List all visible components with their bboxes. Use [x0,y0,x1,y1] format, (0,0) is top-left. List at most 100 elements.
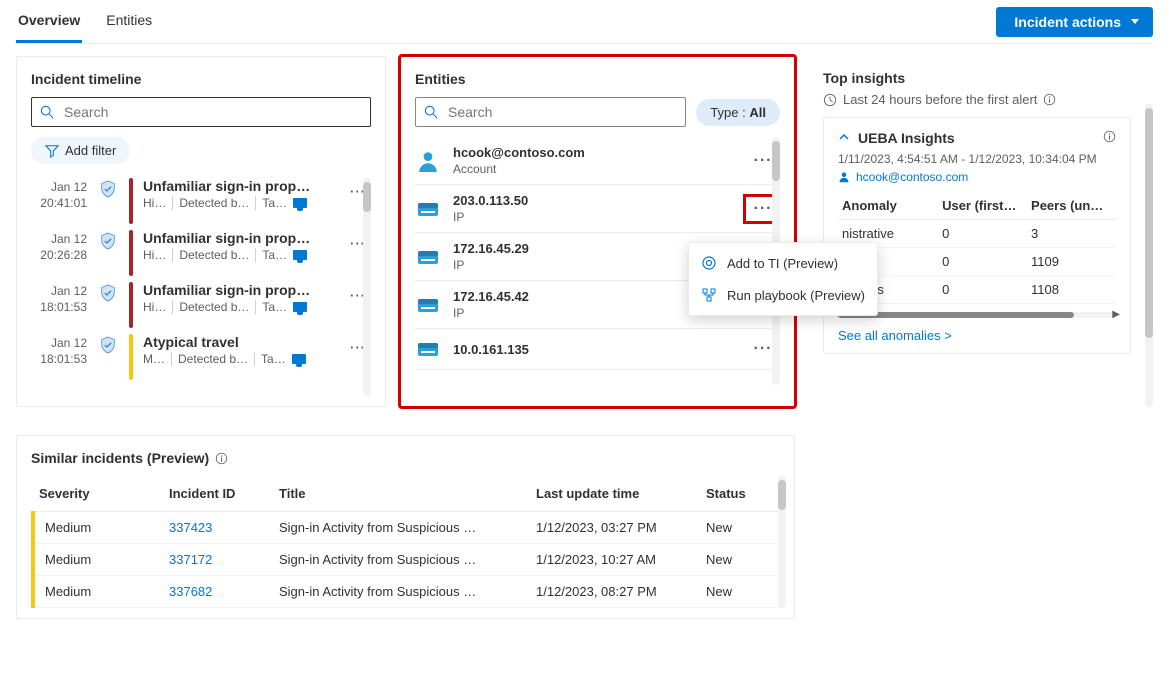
monitor-icon [293,302,307,312]
info-icon[interactable] [215,452,228,465]
info-icon[interactable] [1043,93,1056,106]
info-icon[interactable] [1103,130,1116,146]
ueba-card-range: 1/11/2023, 4:54:51 AM - 1/12/2023, 10:34… [838,152,1116,166]
sim-col-status[interactable]: Status [700,476,780,512]
sim-col-title[interactable]: Title [273,476,530,512]
table-row[interactable]: nistrative03 [838,220,1116,248]
peers-cell: 1109 [1027,248,1116,276]
monitor-icon [293,198,307,208]
incident-title-cell: Sign-in Activity from Suspicious … [273,544,530,576]
entity-row[interactable]: 10.0.161.135··· [415,329,780,370]
severity-cell: Medium [33,544,163,576]
add-to-ti-label: Add to TI (Preview) [727,256,838,271]
ip-icon [415,248,441,266]
entities-type-filter[interactable]: Type : All [696,99,780,126]
insights-scrollbar-thumb[interactable] [1145,108,1153,338]
entities-type-value: All [749,105,766,120]
monitor-icon [292,354,306,364]
ip-icon [415,340,441,358]
tab-overview[interactable]: Overview [16,0,82,43]
update-time-cell: 1/12/2023, 03:27 PM [530,512,700,544]
see-all-anomalies-link[interactable]: See all anomalies > [838,328,952,343]
shield-icon [97,334,119,354]
sim-col-id[interactable]: Incident ID [163,476,273,512]
user-cell: 0 [938,220,1027,248]
add-to-ti-menuitem[interactable]: Add to TI (Preview) [689,247,877,279]
table-row[interactable]: Medium337423Sign-in Activity from Suspic… [33,512,780,544]
timeline-item-sev: Hi… [143,300,173,314]
severity-cell: Medium [33,576,163,608]
timeline-item-title: Unfamiliar sign-in prop… [143,230,335,246]
timeline-search-input[interactable] [62,103,362,121]
incident-id-link[interactable]: 337682 [169,584,212,599]
timeline-item[interactable]: Jan 1220:26:28Unfamiliar sign-in prop…Hi… [31,230,371,282]
add-filter-button[interactable]: Add filter [31,137,130,164]
sim-col-severity[interactable]: Severity [33,476,163,512]
status-cell: New [700,544,780,576]
filter-icon [45,144,59,158]
table-row[interactable]: Access01108 [838,276,1116,304]
incident-timeline-title: Incident timeline [31,71,371,87]
timeline-item[interactable]: Jan 1220:41:01 Unfamiliar sign-in prop… Hi… [31,178,371,230]
search-icon [40,105,54,119]
timeline-search[interactable] [31,97,371,127]
shield-icon [97,178,119,198]
entities-scrollbar-thumb[interactable] [772,141,780,181]
table-row[interactable]: Medium 337682 Sign-in Activity from Suspic… [33,576,780,608]
timeline-item-tactic: Ta… [261,352,286,366]
table-row[interactable]: Medium 337172 Sign-in Activity from Suspic… [33,544,780,576]
entity-row[interactable]: 203.0.113.50IP··· [415,185,780,233]
timeline-item-time: Jan 1220:41:01 [31,178,87,211]
entities-title: Entities [415,71,780,87]
timeline-item-sev: Hi… [143,248,173,262]
hscroll-right-icon[interactable]: ▶ [1112,309,1120,320]
severity-indicator [129,282,133,328]
incident-actions-button[interactable]: Incident actions [996,7,1153,37]
tab-entities[interactable]: Entities [104,0,154,43]
ip-icon [415,200,441,218]
ueba-insights-card: UEBA Insights 1/11/2023, 4:54:51 AM - 1/… [823,117,1131,354]
peers-cell: 1108 [1027,276,1116,304]
ueba-col-peers[interactable]: Peers (un… [1027,192,1116,220]
severity-indicator [129,178,133,224]
incident-title-cell: Sign-in Activity from Suspicious … [273,576,530,608]
timeline-item-source: Detected b… [178,352,255,366]
ueba-card-title: UEBA Insights [858,130,1095,146]
monitor-icon [293,250,307,260]
chevron-up-icon[interactable] [838,131,850,146]
ueba-card-user[interactable]: hcook@contoso.com [856,170,968,184]
update-time-cell: 1/12/2023, 08:27 PM [530,576,700,608]
timeline-item-source: Detected b… [179,300,256,314]
chevron-down-icon [1131,19,1139,24]
timeline-item-title: Unfamiliar sign-in prop… [143,178,335,194]
incident-id-link[interactable]: 337172 [169,552,212,567]
severity-indicator [129,334,133,380]
incident-id-link[interactable]: 337423 [169,520,212,535]
timeline-item[interactable]: Jan 1218:01:53Atypical travelM…Detected … [31,334,371,386]
timeline-item[interactable]: Jan 1218:01:53Unfamiliar sign-in prop…Hi… [31,282,371,334]
entity-type: Account [453,162,734,176]
timeline-item-sev: Hi… [143,196,173,210]
status-cell: New [700,576,780,608]
entities-search-input[interactable] [446,103,677,121]
run-playbook-label: Run playbook (Preview) [727,288,865,303]
entity-name: 10.0.161.135 [453,342,734,357]
run-playbook-menuitem[interactable]: Run playbook (Preview) [689,279,877,311]
timeline-item-title: Atypical travel [143,334,335,350]
ueba-col-user[interactable]: User (first… [938,192,1027,220]
severity-cell: Medium [33,512,163,544]
sim-col-time[interactable]: Last update time [530,476,700,512]
timeline-item-tactic: Ta… [262,248,287,262]
entities-search[interactable] [415,97,686,127]
peers-cell: 3 [1027,220,1116,248]
timeline-scrollbar-thumb[interactable] [363,182,371,212]
table-row[interactable]: ion01109 [838,248,1116,276]
clock-icon [823,93,837,107]
entity-name: 203.0.113.50 [453,193,734,208]
severity-indicator [129,230,133,276]
entity-row[interactable]: hcook@contoso.comAccount··· [415,137,780,185]
ueba-col-anomaly[interactable]: Anomaly [838,192,938,220]
threat-intel-icon [701,255,717,271]
similar-scrollbar-thumb[interactable] [778,480,786,510]
shield-icon [97,282,119,302]
